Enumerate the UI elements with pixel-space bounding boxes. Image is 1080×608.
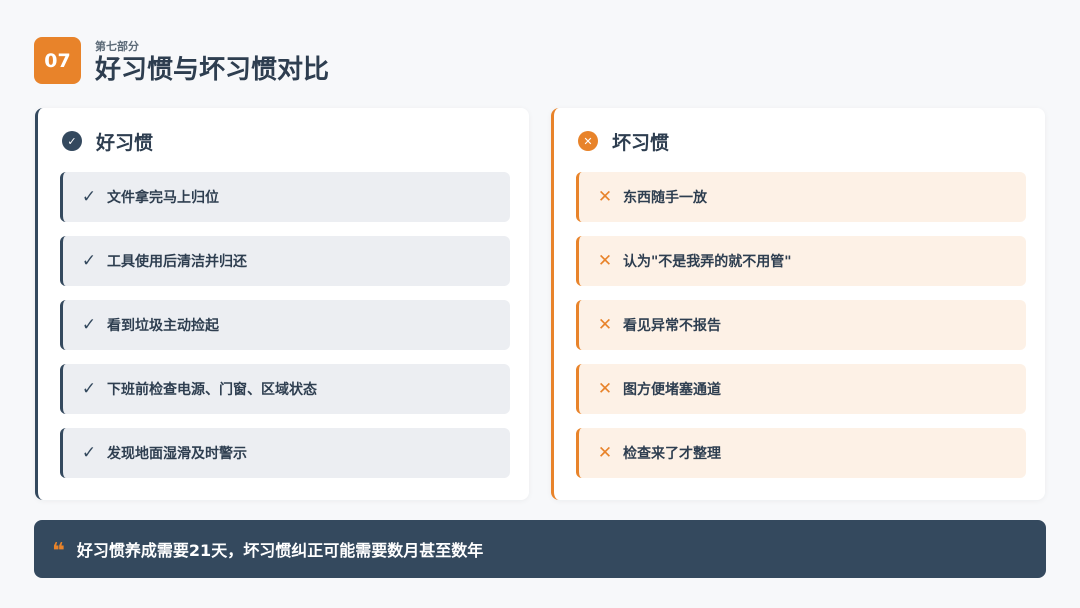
check-icon: ✓ (81, 379, 97, 399)
x-icon: ✕ (597, 315, 613, 335)
list-item-text: 东西随手一放 (623, 190, 707, 206)
quote-banner: ❝ 好习惯养成需要21天，坏习惯纠正可能需要数月甚至数年 (34, 520, 1046, 578)
section-header: 07 第七部分 好习惯与坏习惯对比 (34, 37, 495, 85)
bad-habits-list: ✕ 东西随手一放 ✕ 认为"不是我弄的就不用管" ✕ 看见异常不报告 ✕ 图方便堵塞通道… (576, 172, 1026, 492)
check-circle-icon: ✓ (62, 131, 82, 151)
list-item: ✓ 工具使用后清洁并归还 (60, 236, 510, 286)
bad-habits-title: 坏习惯 (612, 131, 670, 154)
list-item-text: 文件拿完马上归位 (107, 190, 219, 206)
list-item: ✕ 东西随手一放 (576, 172, 1026, 222)
quote-icon: ❝ (52, 539, 65, 564)
good-habits-header: ✓ 好习惯 (62, 129, 154, 154)
list-item-text: 下班前检查电源、门窗、区域状态 (107, 382, 317, 398)
list-item: ✕ 看见异常不报告 (576, 300, 1026, 350)
list-item: ✓ 下班前检查电源、门窗、区域状态 (60, 364, 510, 414)
check-icon: ✓ (81, 251, 97, 271)
x-circle-icon: ✕ (578, 131, 598, 151)
good-habits-title: 好习惯 (96, 131, 154, 154)
list-item: ✓ 看到垃圾主动捡起 (60, 300, 510, 350)
list-item-text: 图方便堵塞通道 (623, 382, 721, 398)
list-item-text: 看见异常不报告 (623, 318, 721, 334)
list-item: ✓ 文件拿完马上归位 (60, 172, 510, 222)
list-item-text: 认为"不是我弄的就不用管" (623, 254, 792, 270)
x-icon: ✕ (597, 379, 613, 399)
list-item: ✕ 检查来了才整理 (576, 428, 1026, 478)
section-number-badge: 07 (34, 37, 81, 84)
list-item-text: 工具使用后清洁并归还 (107, 254, 247, 270)
good-habits-list: ✓ 文件拿完马上归位 ✓ 工具使用后清洁并归还 ✓ 看到垃圾主动捡起 ✓ 下班前检查电源… (60, 172, 510, 492)
list-item-text: 检查来了才整理 (623, 446, 721, 462)
list-item: ✓ 发现地面湿滑及时警示 (60, 428, 510, 478)
x-icon: ✕ (597, 443, 613, 463)
list-item-text: 发现地面湿滑及时警示 (107, 446, 247, 462)
list-item: ✕ 图方便堵塞通道 (576, 364, 1026, 414)
section-titles: 第七部分 好习惯与坏习惯对比 (95, 37, 495, 85)
bad-habits-header: ✕ 坏习惯 (578, 129, 670, 154)
page-title: 好习惯与坏习惯对比 (95, 55, 330, 85)
check-icon: ✓ (81, 315, 97, 335)
check-icon: ✓ (81, 443, 97, 463)
quote-text: 好习惯养成需要21天，坏习惯纠正可能需要数月甚至数年 (76, 541, 484, 560)
list-item-text: 看到垃圾主动捡起 (107, 318, 219, 334)
bad-habits-panel: ✕ 坏习惯 ✕ 东西随手一放 ✕ 认为"不是我弄的就不用管" ✕ 看见异常不报告 ✕ 图… (551, 108, 1045, 500)
list-item: ✕ 认为"不是我弄的就不用管" (576, 236, 1026, 286)
x-icon: ✕ (597, 251, 613, 271)
check-icon: ✓ (81, 187, 97, 207)
x-icon: ✕ (597, 187, 613, 207)
good-habits-panel: ✓ 好习惯 ✓ 文件拿完马上归位 ✓ 工具使用后清洁并归还 ✓ 看到垃圾主动捡起 ✓ 下… (35, 108, 529, 500)
